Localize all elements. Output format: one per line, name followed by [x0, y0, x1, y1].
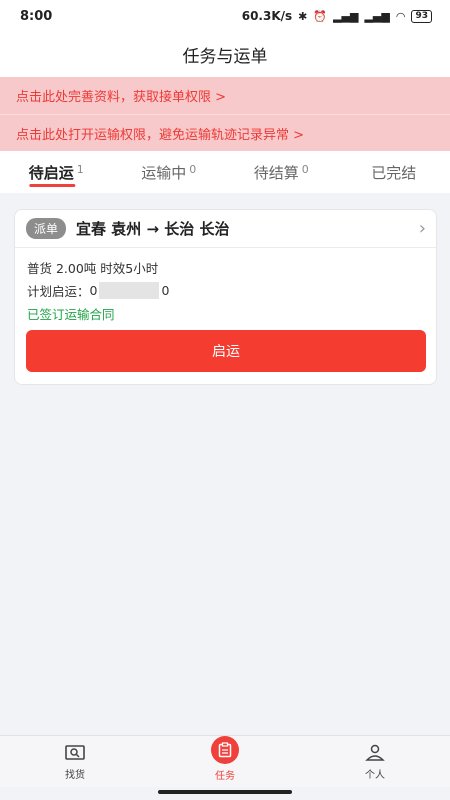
nav-label: 个人 — [365, 769, 385, 781]
nav-label: 找货 — [65, 769, 85, 781]
cargo-info: 普货 2.00吨 时效5小时 — [27, 261, 159, 276]
planned-start-label: 计划启运： — [27, 284, 90, 299]
order-tabs: 待启运 1 运输中 0 待结算 0 已完结 — [0, 151, 450, 193]
tab-count: 0 — [189, 163, 197, 176]
planned-start-prefix: 0 — [89, 283, 98, 298]
status-time: 8:00 — [20, 8, 53, 24]
status-bar: 8:00 60.3K/s ✱ ⏰ ▂▄▆ ▂▄▆ ◠ 93 — [0, 0, 450, 32]
wifi-icon: ◠ — [395, 9, 406, 23]
tab-label: 已完结 — [371, 163, 417, 182]
tab-in-transit[interactable]: 运输中 0 — [113, 151, 226, 193]
person-icon — [364, 743, 386, 763]
transport-permission-notice[interactable]: 点击此处打开运输权限，避免运输轨迹记录异常 > — [0, 114, 450, 151]
tab-pending-start[interactable]: 待启运 1 — [0, 151, 113, 193]
status-icons: 60.3K/s ✱ ⏰ ▂▄▆ ▂▄▆ ◠ 93 — [242, 9, 432, 23]
dispatch-tag: 派单 — [26, 218, 67, 239]
bluetooth-icon: ✱ — [298, 9, 308, 23]
page-title: 任务与运单 — [0, 32, 450, 77]
planned-start: 计划启运： 0 0 — [27, 281, 169, 300]
find-cargo-icon — [64, 743, 86, 763]
signal-icon: ▂▄▆ — [333, 9, 359, 23]
tab-label: 待结算 — [253, 163, 299, 182]
tab-count: 0 — [301, 163, 309, 176]
chevron-right-icon[interactable]: › — [419, 218, 426, 239]
nav-task[interactable]: 任务 — [150, 735, 300, 787]
tab-pending-settlement[interactable]: 待结算 0 — [225, 151, 338, 193]
contract-status: 已签订运输合同 — [27, 307, 115, 322]
battery-icon: 93 — [411, 9, 432, 23]
tab-completed[interactable]: 已完结 — [338, 151, 450, 193]
nav-label: 任务 — [215, 770, 235, 782]
task-icon — [211, 735, 239, 764]
route-text: 宜春 袁州 → 长治 长治 — [76, 220, 230, 238]
order-card-header[interactable]: 派单 宜春 袁州 → 长治 长治 › — [15, 210, 436, 248]
nav-personal[interactable]: 个人 — [300, 736, 450, 787]
redacted-block — [99, 282, 160, 299]
network-speed: 60.3K/s — [241, 9, 293, 23]
bottom-nav: 找货 任务 个人 — [0, 735, 450, 787]
home-indicator — [158, 790, 292, 794]
signal-icon-2: ▂▄▆ — [364, 9, 390, 23]
tab-label: 待启运 — [28, 163, 74, 182]
order-card[interactable]: 派单 宜春 袁州 → 长治 长治 › 普货 2.00吨 时效5小时 计划启运： … — [14, 209, 437, 385]
alarm-icon: ⏰ — [313, 9, 328, 23]
start-transport-button[interactable]: 启运 — [26, 330, 426, 372]
active-tab-indicator — [29, 184, 76, 187]
nav-find-cargo[interactable]: 找货 — [0, 736, 150, 787]
tab-count: 1 — [76, 163, 84, 176]
tab-label: 运输中 — [141, 163, 187, 182]
planned-start-suffix: 0 — [161, 283, 170, 298]
complete-profile-notice[interactable]: 点击此处完善资料，获取接单权限 > — [0, 77, 450, 114]
